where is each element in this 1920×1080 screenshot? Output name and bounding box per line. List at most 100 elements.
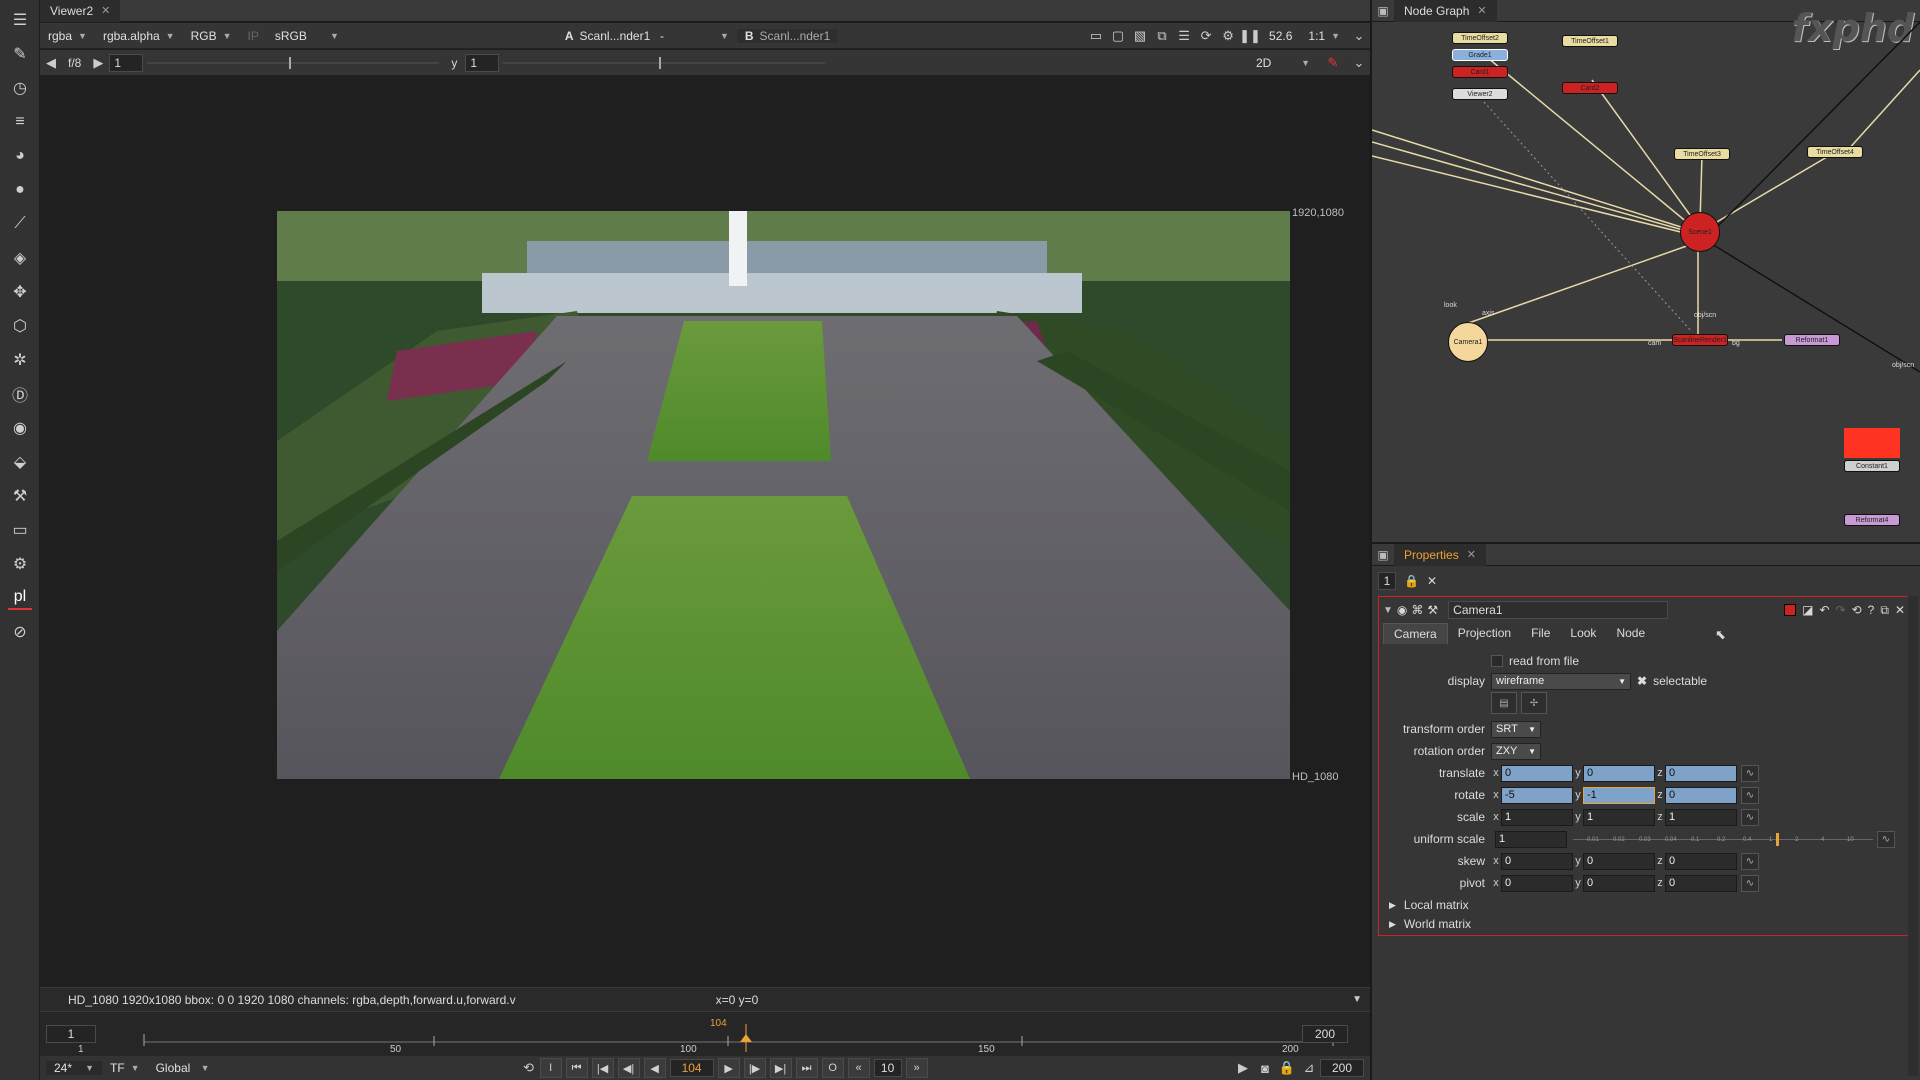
display-dropdown[interactable]: wireframe ▼ bbox=[1491, 672, 1631, 690]
translate-y-field[interactable]: 0 bbox=[1583, 764, 1655, 782]
curve-icon[interactable]: ∿ bbox=[1741, 764, 1759, 782]
other-tool-icon[interactable]: ▭ bbox=[8, 518, 32, 542]
folder-icon[interactable]: ▤ bbox=[1491, 692, 1517, 714]
pause-icon[interactable]: ❚❚ bbox=[1239, 26, 1261, 46]
increase-gain-icon[interactable]: ▶ bbox=[87, 53, 109, 73]
skew-x-field[interactable]: 0 bbox=[1501, 852, 1573, 870]
frame-field[interactable]: 104 bbox=[669, 1059, 714, 1077]
tab-node-graph[interactable]: Node Graph ✕ bbox=[1394, 0, 1497, 22]
guides-icon[interactable]: ▢ bbox=[1107, 26, 1129, 46]
node-grade1[interactable]: Grade1 bbox=[1452, 49, 1508, 61]
scale-x-field[interactable]: 1 bbox=[1501, 808, 1573, 826]
close-icon[interactable]: ✕ bbox=[1477, 4, 1486, 17]
collapse-icon[interactable]: ▼ bbox=[1383, 605, 1393, 616]
node-constant1[interactable]: Constant1 bbox=[1844, 460, 1900, 472]
curve-icon[interactable]: ∿ bbox=[1741, 786, 1759, 804]
particles-tool-icon[interactable]: ✲ bbox=[8, 348, 32, 372]
views-tool-icon[interactable]: ◉ bbox=[8, 416, 32, 440]
more-icon[interactable]: ⌄ bbox=[1348, 53, 1370, 73]
channels-dropdown[interactable]: rgba ▼ bbox=[40, 29, 95, 43]
out-point-icon[interactable]: O bbox=[821, 1058, 844, 1078]
deep-tool-icon[interactable]: Ⓓ bbox=[8, 382, 32, 406]
tab-viewer[interactable]: Viewer2 ✕ bbox=[40, 0, 121, 22]
tab-file[interactable]: File bbox=[1521, 623, 1560, 644]
menu-icon[interactable]: ☰ bbox=[8, 8, 32, 32]
node-reformat1[interactable]: Reformat1 bbox=[1784, 334, 1840, 346]
curve-icon[interactable]: ∿ bbox=[1741, 874, 1759, 892]
filter-tool-icon[interactable]: ● bbox=[8, 178, 32, 202]
gain-slider[interactable] bbox=[143, 53, 443, 73]
step-back-icon[interactable]: « bbox=[847, 1058, 870, 1078]
tab-camera[interactable]: Camera bbox=[1383, 623, 1448, 644]
play-backward-icon[interactable]: ◀ bbox=[643, 1058, 666, 1078]
lock-icon[interactable]: 🔒 bbox=[1276, 1058, 1298, 1078]
revert-icon[interactable]: ⟲ bbox=[1852, 603, 1862, 617]
pivot-z-field[interactable]: 0 bbox=[1665, 874, 1737, 892]
last-frame-icon[interactable]: ⏭ bbox=[795, 1058, 818, 1078]
keyer-tool-icon[interactable]: ⟋ bbox=[8, 212, 32, 236]
gamma-slider[interactable] bbox=[499, 53, 829, 73]
prev-frame-icon[interactable]: ◀| bbox=[617, 1058, 640, 1078]
transform-tool-icon[interactable]: ✥ bbox=[8, 280, 32, 304]
metadata-tool-icon[interactable]: ⬙ bbox=[8, 450, 32, 474]
furnace-tool-icon[interactable]: ⚙ bbox=[8, 552, 32, 576]
draw-tool-icon[interactable]: ✎ bbox=[8, 42, 32, 66]
color-tool-icon[interactable]: ◕ bbox=[8, 144, 32, 168]
tf-dropdown[interactable]: TF ▼ bbox=[102, 1061, 148, 1075]
skew-y-field[interactable]: 0 bbox=[1583, 852, 1655, 870]
world-matrix-toggle[interactable]: ▶ World matrix bbox=[1389, 914, 1471, 934]
read-from-file-checkbox[interactable] bbox=[1491, 655, 1503, 667]
pivot-y-field[interactable]: 0 bbox=[1583, 874, 1655, 892]
close-icon[interactable]: ✕ bbox=[1895, 603, 1905, 617]
translate-x-field[interactable]: 0 bbox=[1501, 764, 1573, 782]
start-frame-field[interactable]: 1 bbox=[46, 1025, 96, 1043]
node-timeoffset2[interactable]: TimeOffset2 bbox=[1452, 32, 1508, 44]
panel-menu-icon[interactable]: ▣ bbox=[1372, 0, 1394, 22]
next-keyframe-icon[interactable]: ▶| bbox=[769, 1058, 792, 1078]
close-icon[interactable]: ✕ bbox=[101, 4, 110, 17]
node-card2[interactable]: Card2 bbox=[1562, 82, 1618, 94]
wipe-icon[interactable]: ⧉ bbox=[1151, 26, 1173, 46]
scope-dropdown[interactable]: Global ▼ bbox=[148, 1061, 218, 1075]
uniform-scale-slider[interactable]: 0.01 0.02 0.03 0.04 0.1 0.2 0.4 1 2 4 10 bbox=[1573, 831, 1873, 848]
lock-icon[interactable]: 🔒 bbox=[1404, 574, 1419, 588]
node-timeoffset1[interactable]: TimeOffset1 bbox=[1562, 35, 1618, 47]
tab-projection[interactable]: Projection bbox=[1448, 623, 1521, 644]
gamma-field[interactable]: 1 bbox=[465, 53, 500, 72]
node-graph-panel[interactable]: ▣ Node Graph ✕ fxphd TimeOffset2 Grade1 … bbox=[1370, 0, 1920, 542]
curve-icon[interactable]: ∿ bbox=[1741, 852, 1759, 870]
tab-node[interactable]: Node bbox=[1606, 623, 1655, 644]
plugin-icon[interactable]: ⊘ bbox=[8, 620, 32, 644]
uniform-scale-field[interactable]: 1 bbox=[1495, 830, 1567, 848]
selectable-checkbox[interactable]: ✖ bbox=[1637, 674, 1647, 688]
pl-plugin-icon[interactable]: pl bbox=[8, 586, 32, 610]
redo-icon[interactable]: ↷ bbox=[1836, 603, 1846, 617]
fps-dropdown[interactable]: 24* ▼ bbox=[46, 1061, 102, 1075]
translate-z-field[interactable]: 0 bbox=[1665, 764, 1737, 782]
zoom-value[interactable]: 52.6 bbox=[1261, 29, 1300, 43]
rotate-y-field[interactable]: -1 bbox=[1583, 786, 1655, 804]
node-scene1[interactable]: Scene1 bbox=[1680, 212, 1720, 252]
3d-tool-icon[interactable]: ⬡ bbox=[8, 314, 32, 338]
properties-scrollbar[interactable] bbox=[1908, 596, 1918, 1076]
transform-order-dropdown[interactable]: SRT ▼ bbox=[1491, 720, 1541, 738]
time-tool-icon[interactable]: ◷ bbox=[8, 76, 32, 100]
node-camera1[interactable]: Camera1 bbox=[1448, 322, 1488, 362]
rotate-z-field[interactable]: 0 bbox=[1665, 786, 1737, 804]
help-icon[interactable]: ? bbox=[1868, 603, 1875, 617]
expand-icon[interactable]: ▼ bbox=[1352, 994, 1370, 1005]
alpha-channel-dropdown[interactable]: rgba.alpha ▼ bbox=[95, 29, 183, 43]
step-field[interactable]: 10 bbox=[873, 1059, 902, 1077]
skew-z-field[interactable]: 0 bbox=[1665, 852, 1737, 870]
pivot-x-field[interactable]: 0 bbox=[1501, 874, 1573, 892]
step-forward-icon[interactable]: » bbox=[905, 1058, 928, 1078]
proxy-icon[interactable]: ⚙ bbox=[1217, 26, 1239, 46]
node-reformat4[interactable]: Reformat4 bbox=[1844, 514, 1900, 526]
node-scanlinerender1[interactable]: ScanlineRender1 bbox=[1672, 334, 1728, 346]
wrench-icon[interactable]: ⚒ bbox=[1427, 603, 1438, 617]
clear-panels-icon[interactable]: ✕ bbox=[1427, 574, 1437, 588]
refresh-icon[interactable]: ⟳ bbox=[1195, 26, 1217, 46]
viewer-node-icon[interactable]: ◉ bbox=[1397, 603, 1407, 617]
undo-icon[interactable]: ↶ bbox=[1819, 603, 1829, 617]
flipbook-icon[interactable]: ▶ bbox=[1232, 1058, 1254, 1078]
